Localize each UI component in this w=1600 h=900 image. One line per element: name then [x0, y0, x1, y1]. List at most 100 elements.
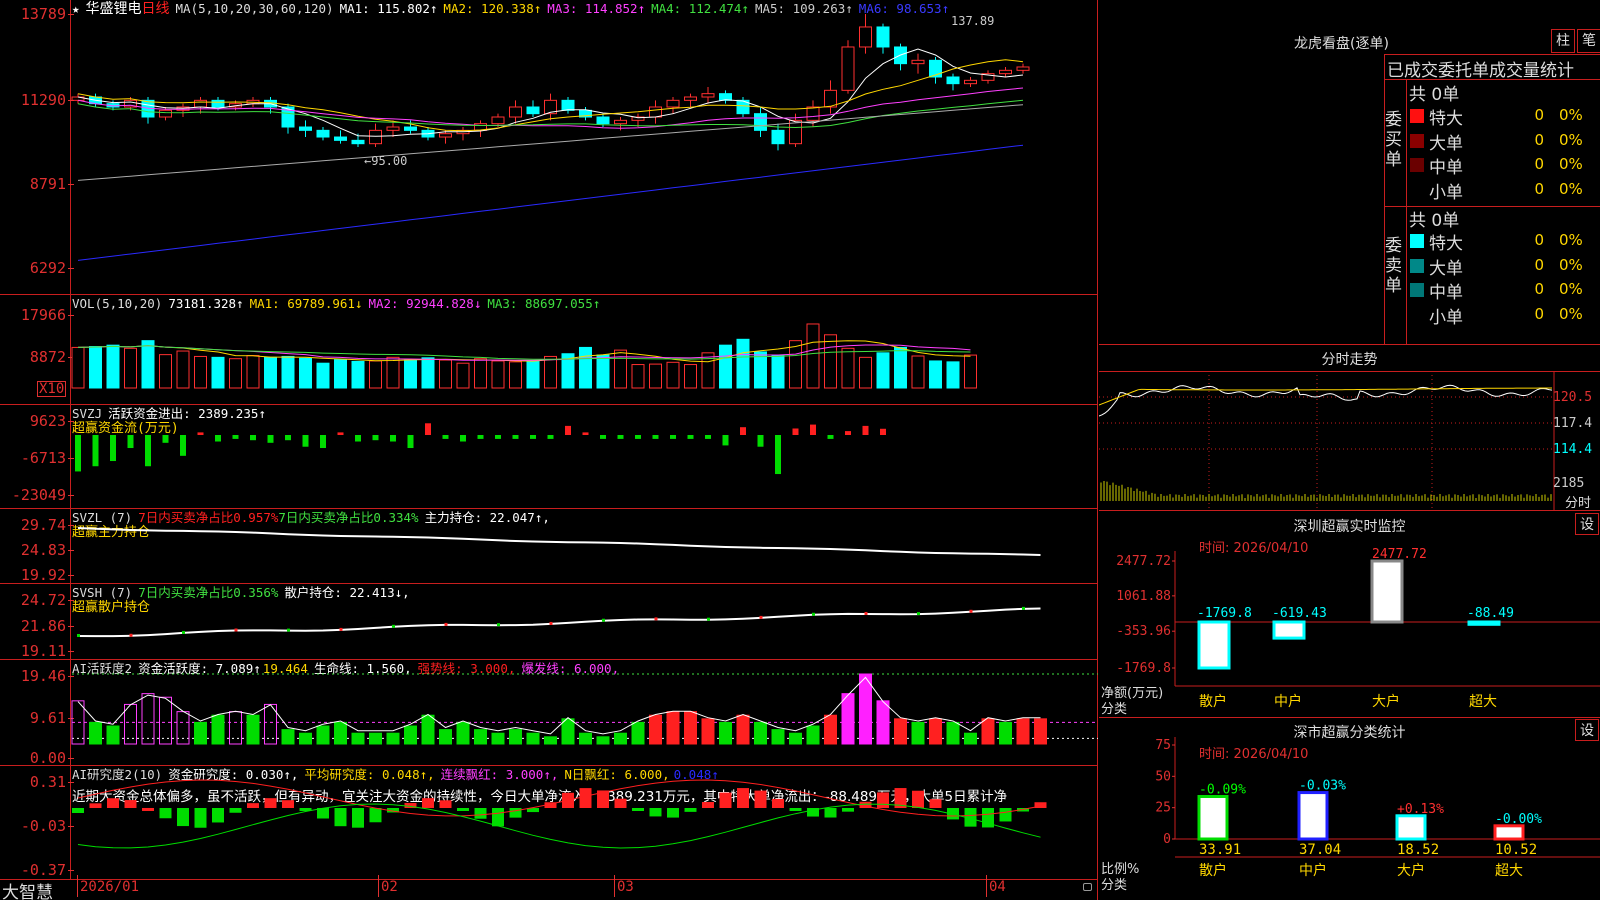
- research-bar: [107, 798, 119, 808]
- change-label: -0.00%: [1495, 812, 1542, 827]
- ai-activity-chart[interactable]: [0, 660, 1098, 766]
- volume-bar: [194, 355, 207, 389]
- fund-flow-bar: [687, 435, 694, 439]
- category-label: 中户: [1274, 693, 1302, 710]
- volume-bar: [544, 355, 557, 389]
- fund-flow-bar: [792, 428, 799, 435]
- fund-flow-bar: [705, 435, 711, 439]
- activity-bar: [106, 725, 120, 745]
- buy-row-value: 0: [1534, 179, 1544, 198]
- lock-icon[interactable]: [1083, 883, 1092, 891]
- activity-bar: [509, 729, 522, 745]
- candle-body: [789, 119, 802, 145]
- tick-mode-button[interactable]: 笔: [1577, 29, 1600, 53]
- candle-body: [824, 89, 837, 108]
- volume-bar: [176, 350, 190, 389]
- category-label: 大户: [1372, 693, 1400, 710]
- activity-bar: [929, 718, 942, 745]
- ai-activity-panel[interactable]: 19.46 9.61 0.00 AI活跃度2 资金活跃度: 7.089↑ 19.46…: [0, 660, 1098, 766]
- candlestick-chart[interactable]: [0, 0, 1098, 295]
- candle-body: [999, 69, 1012, 75]
- volume-chart[interactable]: [0, 295, 1098, 405]
- research-bar: [142, 807, 154, 811]
- activity-bar: [894, 718, 907, 745]
- candle-body: [404, 126, 417, 131]
- sz-class-chart[interactable]: 75 50 25 0 -0.09% 33.91 散户 -0.03% 37.04 中户 +0.13% 1…: [1099, 717, 1600, 900]
- sz-monitor-chart[interactable]: 2477.72 1061.88 -353.96 -1769.8 -1769.8 散户 -61…: [1099, 511, 1600, 711]
- net-amount-bar: [1197, 620, 1231, 670]
- signal-dot: [707, 617, 710, 621]
- candle-body: [684, 96, 697, 101]
- volume-bar: [736, 338, 750, 389]
- volume-bar: [369, 360, 382, 389]
- svzj-chart[interactable]: [0, 405, 1098, 509]
- x-label: 02: [378, 875, 398, 897]
- activity-bar: [124, 703, 137, 745]
- fund-flow-bar: [127, 435, 134, 449]
- signal-dot: [969, 609, 973, 613]
- fund-flow-bar: [197, 432, 204, 435]
- fund-flow-bar: [547, 435, 554, 439]
- candle-body: [946, 76, 960, 85]
- buy-row-label: 中单: [1429, 158, 1463, 178]
- activity-bar: [194, 721, 207, 745]
- activity-bar: [386, 732, 400, 745]
- svzl-panel[interactable]: 29.74 24.83 19.92 SVZL (7) 7日内买卖净占比0.957%…: [0, 509, 1098, 584]
- category-label: 大户: [1397, 862, 1425, 879]
- fund-flow-bar: [827, 435, 834, 439]
- fund-flow-bar: [775, 435, 781, 475]
- volume-bar: [351, 360, 365, 389]
- activity-bar: [666, 711, 680, 745]
- svzl-chart[interactable]: [0, 509, 1098, 584]
- sell-row-value: 0: [1534, 231, 1544, 249]
- volume-panel[interactable]: 17966 8872 X10 VOL(5,10,20) 73181.328↑ MA1…: [0, 295, 1098, 405]
- research-bar: [614, 798, 627, 808]
- intraday-ylabel: 114.4: [1553, 442, 1593, 457]
- signal-dot: [812, 612, 815, 616]
- research-bar: [194, 808, 207, 828]
- fund-flow-bar: [740, 427, 746, 435]
- svsh-chart[interactable]: [0, 584, 1098, 660]
- volume-bar: [719, 344, 732, 389]
- ratio-bar: [1197, 794, 1229, 841]
- buy-color-swatch: [1410, 158, 1424, 172]
- research-bar: [212, 808, 224, 823]
- volume-bar: [841, 347, 855, 389]
- activity-bar: [701, 718, 715, 745]
- fund-flow-bar: [442, 435, 449, 439]
- ai-research-chart[interactable]: [0, 766, 1098, 879]
- intraday-ylabel: 117.4: [1553, 416, 1593, 431]
- candle-body: [194, 99, 207, 108]
- activity-bar: [1034, 718, 1047, 745]
- svzj-panel[interactable]: 9623 -6713 -23049 SVZJ 活跃资金进出: 2389.235↑ …: [0, 405, 1098, 509]
- candle-body: [299, 126, 312, 131]
- bar-mode-button[interactable]: 柱: [1551, 29, 1575, 53]
- intraday-chart[interactable]: [1099, 371, 1600, 511]
- price-panel[interactable]: 13789 11290 8791 6292 ★ 华盛锂电日线 MA(5,10,20,…: [0, 0, 1098, 295]
- research-bar: [789, 808, 802, 811]
- chart-area[interactable]: 13789 11290 8791 6292 ★ 华盛锂电日线 MA(5,10,20,…: [0, 0, 1098, 900]
- activity-bar: [614, 732, 627, 745]
- signal-dot: [182, 630, 185, 634]
- activity-bar: [911, 721, 925, 745]
- research-bar: [177, 808, 189, 827]
- candle-body: [754, 113, 767, 131]
- fund-flow-bar: [512, 435, 519, 439]
- fund-flow-bar: [407, 435, 414, 449]
- ai-research-panel[interactable]: 0.31 -0.03 -0.37 AI研究度2(10) 资金研究度: 0.030↑…: [0, 766, 1098, 879]
- fund-flow-bar: [582, 432, 589, 435]
- svsh-panel[interactable]: 24.72 21.86 19.11 SVSH (7) 7日内买卖净占比0.356%…: [0, 584, 1098, 660]
- fund-flow-bar: [880, 428, 886, 435]
- longhu-title: 龙虎看盘(逐单): [1294, 36, 1389, 52]
- ratio-value-label: 10.52: [1495, 842, 1537, 858]
- bar-value-label: -88.49: [1467, 606, 1514, 621]
- fund-flow-bar: [232, 435, 239, 439]
- research-bar: [719, 792, 732, 808]
- buy-row-percent: 0%: [1559, 130, 1583, 149]
- sell-row-percent: 0%: [1559, 255, 1583, 274]
- research-bar: [264, 798, 277, 808]
- research-bar: [999, 808, 1012, 822]
- fund-flow-bar: [617, 435, 624, 439]
- activity-bar: [876, 700, 890, 745]
- activity-bar: [369, 732, 382, 745]
